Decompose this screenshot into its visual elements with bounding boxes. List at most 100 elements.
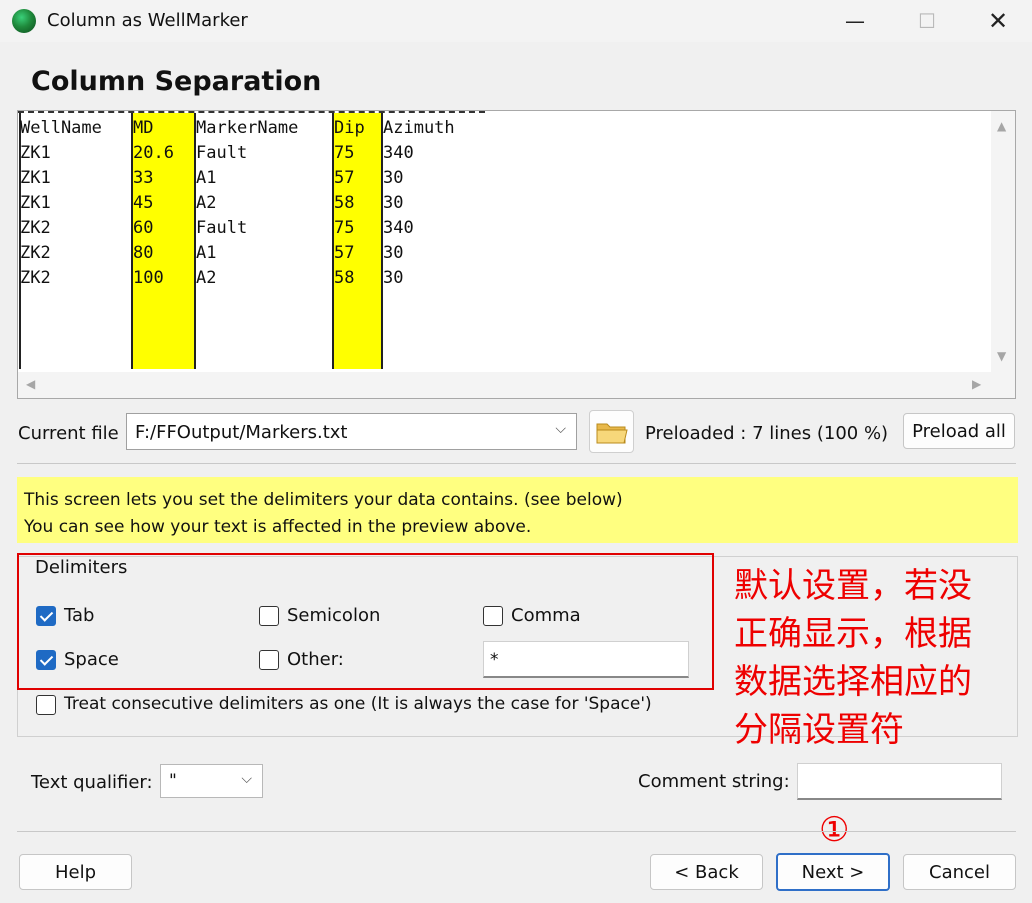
title-bar: Column as WellMarker — ☐ ✕ xyxy=(0,0,1032,42)
cancel-button[interactable]: Cancel xyxy=(903,854,1016,890)
other-label: Other: xyxy=(287,649,344,670)
scroll-up-icon[interactable]: ▲ xyxy=(997,119,1006,133)
preview-cell: Azimuth xyxy=(383,118,455,138)
scroll-down-icon[interactable]: ▼ xyxy=(997,349,1006,363)
preview-row: ZK1 33 A1 57 30 xyxy=(18,166,988,191)
text-qualifier-label: Text qualifier: xyxy=(31,772,153,793)
help-button[interactable]: Help xyxy=(19,854,132,890)
window-title: Column as WellMarker xyxy=(47,10,248,31)
preview-cell: ZK1 xyxy=(20,143,51,163)
comma-checkbox[interactable] xyxy=(483,606,503,626)
other-delimiter-input[interactable]: * xyxy=(483,641,689,678)
semicolon-checkbox[interactable] xyxy=(259,606,279,626)
preview-cell: WellName xyxy=(20,118,102,138)
preview-cell: 58 xyxy=(334,268,355,288)
tab-checkbox[interactable] xyxy=(36,606,56,626)
preview-row: ZK2 60 Fault 75 340 xyxy=(18,216,988,241)
preview-cell: 60 xyxy=(133,218,154,238)
comment-string-input[interactable] xyxy=(797,763,1002,800)
consecutive-label: Treat consecutive delimiters as one (It … xyxy=(64,694,652,714)
preview-cell: 30 xyxy=(383,268,404,288)
semicolon-label: Semicolon xyxy=(287,605,381,626)
divider xyxy=(17,463,1016,464)
preview-row: ZK1 45 A2 58 30 xyxy=(18,191,988,216)
info-line-1: This screen lets you set the delimiters … xyxy=(24,490,623,510)
info-banner: This screen lets you set the delimiters … xyxy=(17,477,1018,543)
preview-cell: MarkerName xyxy=(196,118,299,138)
chevron-down-icon[interactable]: ⌵ xyxy=(555,421,566,437)
consecutive-checkbox[interactable] xyxy=(36,695,56,715)
data-preview[interactable]: WellName MD MarkerName Dip Azimuth ZK1 20.6 Fau… xyxy=(17,110,1016,399)
annotation-text: 默认设置，若没 正确显示，根据 数据选择相应的 分隔设置符 xyxy=(734,562,1014,754)
scroll-left-icon[interactable]: ◀ xyxy=(26,377,35,391)
preview-cell: A2 xyxy=(196,268,217,288)
preview-cell: 75 xyxy=(334,218,355,238)
preview-row: ZK1 20.6 Fault 75 340 xyxy=(18,141,988,166)
preview-cell: A1 xyxy=(196,168,217,188)
preview-cell: ZK2 xyxy=(20,243,51,263)
info-line-2: You can see how your text is affected in… xyxy=(24,517,532,537)
app-globe-icon xyxy=(12,9,36,33)
space-label: Space xyxy=(64,649,119,670)
current-file-label: Current file xyxy=(18,423,119,444)
preview-cell: 57 xyxy=(334,243,355,263)
comment-string-label: Comment string: xyxy=(638,771,790,792)
preview-cell: A2 xyxy=(196,193,217,213)
preview-cell: 57 xyxy=(334,168,355,188)
vertical-scrollbar[interactable]: ▲ ▼ xyxy=(991,111,1015,373)
chevron-down-icon[interactable]: ⌵ xyxy=(241,771,252,787)
preload-all-button[interactable]: Preload all xyxy=(903,413,1015,449)
tab-label: Tab xyxy=(64,605,95,626)
annotation-line: 默认设置，若没 xyxy=(734,566,972,606)
preview-cell: ZK2 xyxy=(20,218,51,238)
other-checkbox[interactable] xyxy=(259,650,279,670)
other-delimiter-value: * xyxy=(490,650,499,670)
preview-cell: 75 xyxy=(334,143,355,163)
preview-cell: Dip xyxy=(334,118,365,138)
preloaded-status: Preloaded : 7 lines (100 %) xyxy=(645,423,889,444)
preview-cell: 58 xyxy=(334,193,355,213)
preview-cell: ZK2 xyxy=(20,268,51,288)
preview-cell: ZK1 xyxy=(20,193,51,213)
annotation-line: 正确显示，根据 xyxy=(734,614,972,654)
annotation-line: 数据选择相应的 xyxy=(734,662,972,702)
preview-cell: 340 xyxy=(383,143,414,163)
preview-cell: ZK1 xyxy=(20,168,51,188)
browse-folder-button[interactable] xyxy=(589,410,634,453)
annotation-line: 分隔设置符 xyxy=(734,710,904,750)
scroll-right-icon[interactable]: ▶ xyxy=(972,377,981,391)
preview-cell: Fault xyxy=(196,218,248,238)
space-checkbox[interactable] xyxy=(36,650,56,670)
horizontal-scrollbar[interactable]: ◀ ▶ xyxy=(18,372,1015,398)
preview-cell: 100 xyxy=(133,268,164,288)
close-icon[interactable]: ✕ xyxy=(963,0,1032,42)
next-button[interactable]: Next > xyxy=(776,853,890,891)
maximize-icon[interactable]: ☐ xyxy=(892,0,962,42)
preview-cell: 45 xyxy=(133,193,154,213)
comma-label: Comma xyxy=(511,605,581,626)
preview-cell: Fault xyxy=(196,143,248,163)
page-title: Column Separation xyxy=(31,66,322,97)
current-file-select[interactable]: F:/FFOutput/Markers.txt ⌵ xyxy=(126,413,577,450)
step-marker: ① xyxy=(819,810,850,850)
back-button[interactable]: < Back xyxy=(650,854,763,890)
preview-cell: 30 xyxy=(383,168,404,188)
divider xyxy=(17,831,1016,832)
preview-cell: MD xyxy=(133,118,154,138)
preview-cell: 33 xyxy=(133,168,154,188)
preview-row: ZK2 100 A2 58 30 xyxy=(18,266,988,291)
preview-cell: 30 xyxy=(383,193,404,213)
preview-cell: 20.6 xyxy=(133,143,174,163)
preview-row: ZK2 80 A1 57 30 xyxy=(18,241,988,266)
folder-icon xyxy=(596,423,628,444)
preview-header-row: WellName MD MarkerName Dip Azimuth xyxy=(18,116,988,141)
preview-dashed-line xyxy=(18,111,485,113)
preview-cell: 30 xyxy=(383,243,404,263)
preview-cell: A1 xyxy=(196,243,217,263)
current-file-value: F:/FFOutput/Markers.txt xyxy=(135,422,348,443)
delimiters-title: Delimiters xyxy=(32,557,131,578)
text-qualifier-select[interactable]: " ⌵ xyxy=(160,764,263,798)
text-qualifier-value: " xyxy=(169,771,177,791)
preview-cell: 80 xyxy=(133,243,154,263)
minimize-icon[interactable]: — xyxy=(820,0,890,42)
